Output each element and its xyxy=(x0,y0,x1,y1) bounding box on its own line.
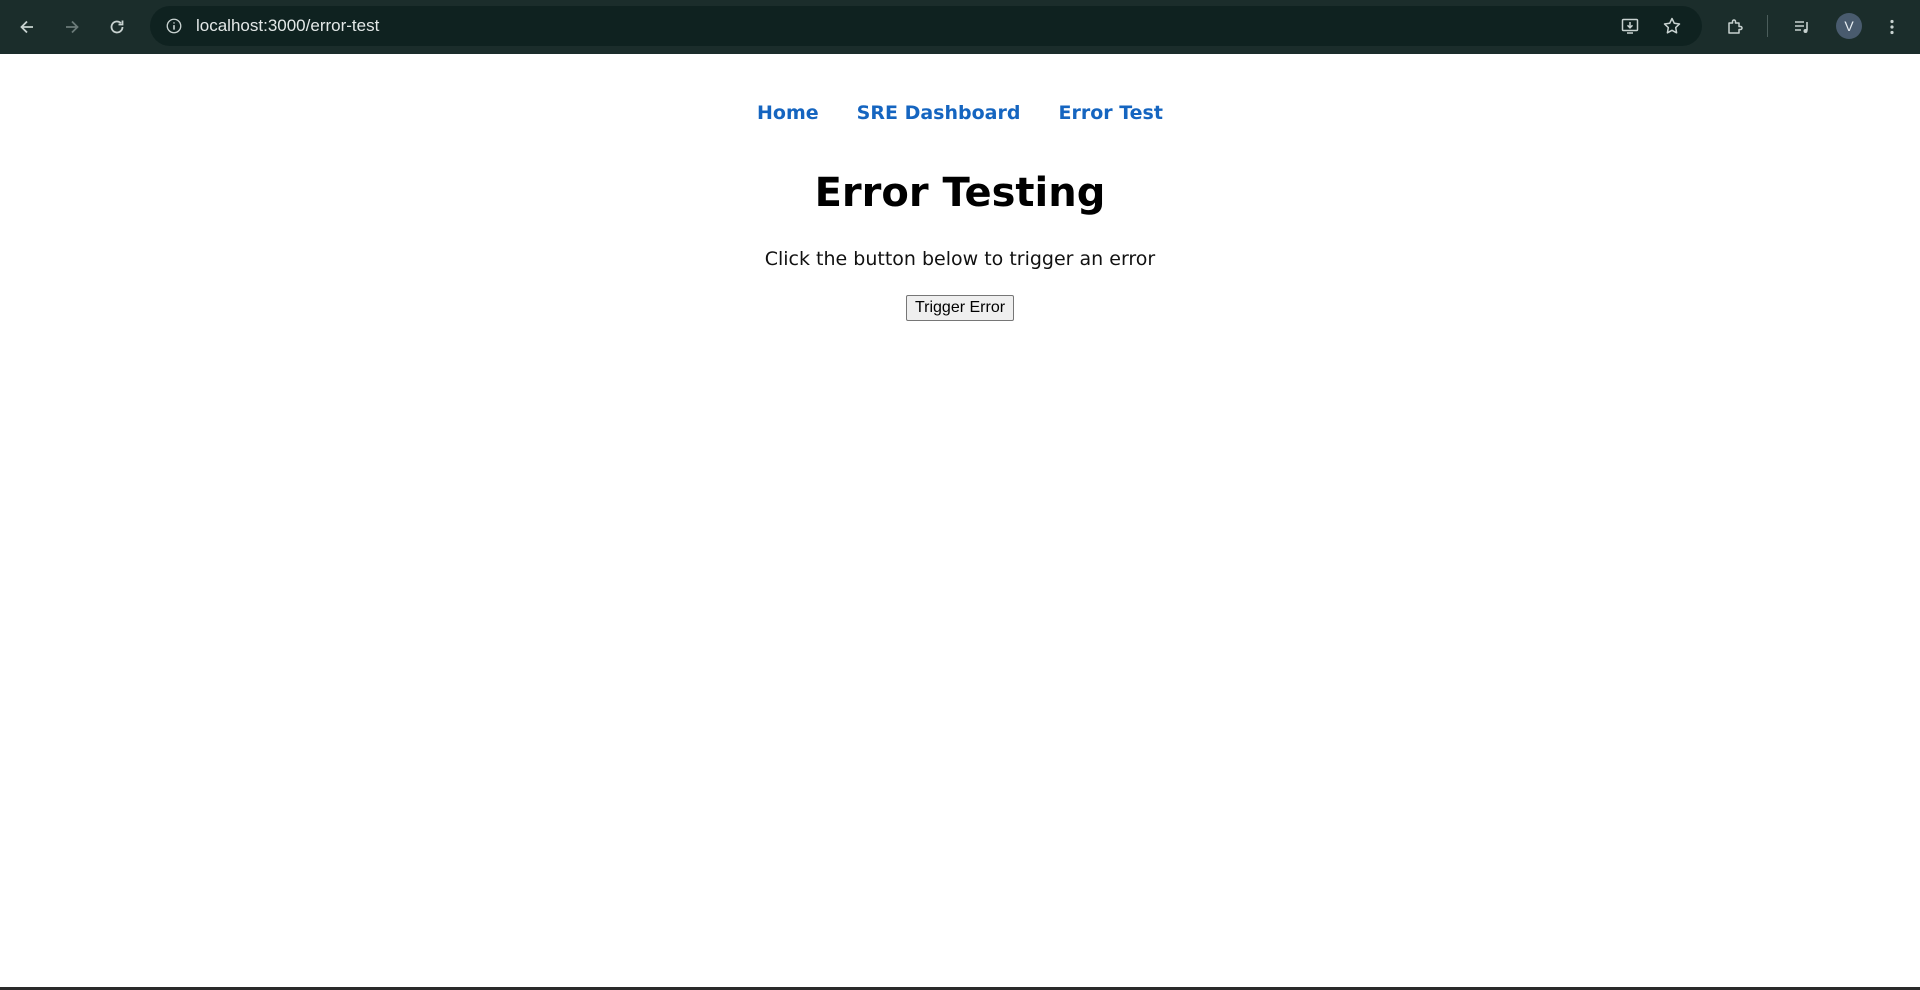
url-text[interactable]: localhost:3000/error-test xyxy=(196,6,379,46)
media-control-icon xyxy=(1795,21,1808,33)
bookmark-button[interactable] xyxy=(1656,10,1688,42)
back-arrow-icon xyxy=(20,20,33,34)
forward-arrow-icon xyxy=(66,20,79,34)
address-bar[interactable]: localhost:3000/error-test xyxy=(150,6,1702,46)
reload-button[interactable] xyxy=(99,9,135,45)
button-container: Trigger Error xyxy=(0,295,1920,321)
toolbar-divider xyxy=(1767,15,1768,37)
page-description: Click the button below to trigger an err… xyxy=(764,248,1156,270)
site-info-icon xyxy=(166,18,182,34)
install-app-button[interactable] xyxy=(1614,10,1646,42)
page-title: Error Testing xyxy=(814,170,1106,216)
extensions-button[interactable] xyxy=(1717,9,1753,45)
puzzle-icon xyxy=(1728,19,1743,34)
browser-menu-button[interactable] xyxy=(1874,9,1910,45)
star-icon xyxy=(1663,17,1681,34)
browser-toolbar: localhost:3000/error-test V xyxy=(0,0,1920,54)
nav-link-sre-dashboard[interactable]: SRE Dashboard xyxy=(857,102,1021,124)
trigger-error-button[interactable]: Trigger Error xyxy=(905,295,1015,321)
back-button[interactable] xyxy=(9,9,45,45)
forward-button[interactable] xyxy=(54,9,90,45)
install-app-icon xyxy=(1621,18,1639,34)
nav-link-home[interactable]: Home xyxy=(757,102,819,124)
page-content: Home SRE Dashboard Error Test Error Test… xyxy=(0,54,1920,988)
top-nav: Home SRE Dashboard Error Test xyxy=(0,102,1920,124)
kebab-menu-icon xyxy=(1890,19,1894,35)
reload-icon xyxy=(110,20,124,34)
profile-avatar[interactable]: V xyxy=(1836,13,1862,39)
site-info-button[interactable] xyxy=(160,12,188,40)
media-control-button[interactable] xyxy=(1784,9,1820,45)
nav-link-error-test[interactable]: Error Test xyxy=(1058,102,1162,124)
